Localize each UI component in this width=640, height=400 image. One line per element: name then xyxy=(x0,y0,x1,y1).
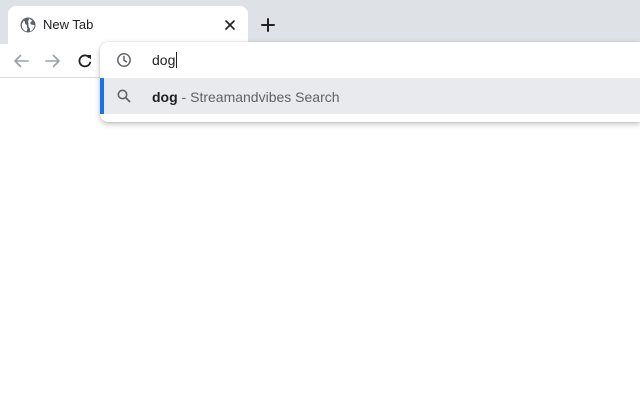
suggestion-separator: - xyxy=(177,89,191,105)
text-caret xyxy=(176,52,178,68)
browser-window: New Tab dog dog - Streamandvibes Search xyxy=(0,0,640,400)
new-tab-button[interactable] xyxy=(256,13,280,37)
selection-indicator xyxy=(100,78,104,114)
omnibox-dropdown: dog dog - Streamandvibes Search xyxy=(100,42,640,122)
history-icon xyxy=(117,53,131,67)
arrow-left-icon xyxy=(14,54,29,68)
globe-icon xyxy=(20,17,36,33)
plus-icon xyxy=(261,18,275,32)
search-icon xyxy=(117,89,131,103)
suggestion-text: dog - Streamandvibes Search xyxy=(152,89,340,105)
suggestion-item[interactable]: dog - Streamandvibes Search xyxy=(100,78,640,114)
reload-icon xyxy=(78,54,92,68)
tab-strip: New Tab xyxy=(0,0,640,44)
back-button[interactable] xyxy=(11,51,31,71)
suggestion-engine: Streamandvibes Search xyxy=(190,89,340,105)
reload-button[interactable] xyxy=(75,51,95,71)
omnibox-value: dog xyxy=(152,52,176,68)
forward-button[interactable] xyxy=(43,51,63,71)
omnibox-input[interactable]: dog xyxy=(152,52,178,68)
suggestion-query: dog xyxy=(152,89,178,105)
tab-title: New Tab xyxy=(43,17,94,32)
tab-new-tab[interactable]: New Tab xyxy=(8,6,248,44)
arrow-right-icon xyxy=(45,54,60,68)
close-icon[interactable] xyxy=(222,17,238,33)
omnibox-input-row[interactable]: dog xyxy=(100,42,640,78)
